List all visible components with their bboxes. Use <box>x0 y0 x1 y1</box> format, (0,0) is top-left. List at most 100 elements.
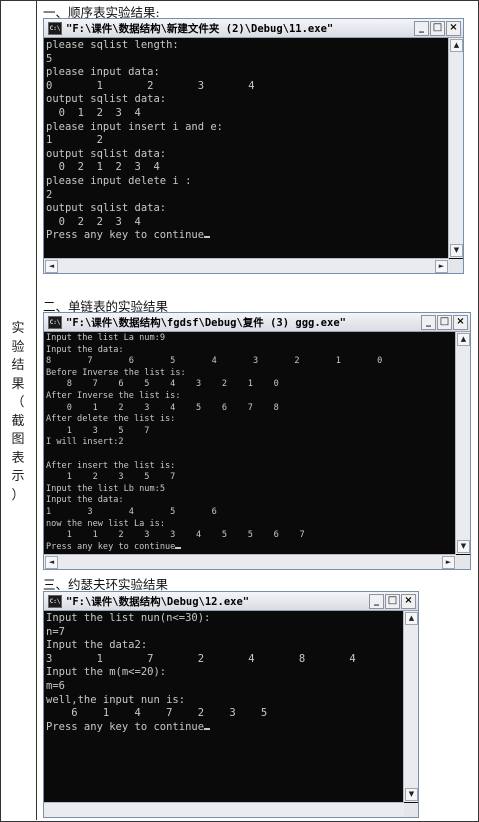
console-line: 0 1 2 3 4 <box>46 79 255 92</box>
console-line: 3 1 7 2 4 8 4 <box>46 652 356 665</box>
window-title: "F:\课件\数据结构\Debug\12.exe" <box>66 596 250 608</box>
scroll-up-button[interactable]: ▲ <box>450 39 463 52</box>
console-line: Input the list Lb num:5 <box>46 483 165 494</box>
console-line: 8 7 6 5 4 3 2 1 0 <box>46 379 279 390</box>
scroll-down-button[interactable]: ▼ <box>450 244 463 257</box>
close-button[interactable]: × <box>401 594 416 609</box>
scroll-left-button[interactable]: ◄ <box>45 556 58 569</box>
label-column: 实验结果 （ 截图表示 ） <box>0 0 37 820</box>
side-label-char: 图 <box>11 432 25 447</box>
console-line: After insert the list is: <box>46 460 176 471</box>
side-label-char: 验 <box>11 339 25 355</box>
horizontal-scrollbar[interactable]: ◄ ► <box>44 258 449 273</box>
close-button[interactable]: × <box>453 315 468 330</box>
console-line: I will insert:2 <box>46 437 124 448</box>
maximize-button[interactable]: □ <box>430 21 445 36</box>
console-line: please sqlist length: <box>46 39 179 51</box>
text-cursor <box>204 236 211 239</box>
side-label-char: 果 <box>11 376 25 392</box>
console-line: well,the input nun is: <box>46 693 186 706</box>
vertical-label: 实验结果 （ 截图表示 ） <box>0 320 36 505</box>
scroll-right-button[interactable]: ► <box>435 260 448 273</box>
console-line: Input the list La num:9 <box>46 333 165 343</box>
resize-grip[interactable] <box>456 555 470 569</box>
console-line: 0 2 2 3 4 <box>46 215 141 228</box>
side-label-char: 结 <box>11 358 25 373</box>
window-title: "F:\课件\数据结构\fgdsf\Debug\复件 (3) ggg.exe" <box>66 317 346 329</box>
console-line: Input the data: <box>46 344 124 355</box>
scroll-up-button[interactable]: ▲ <box>457 333 470 346</box>
title-bar[interactable]: C:\ "F:\课件\数据结构\新建文件夹 (2)\Debug\11.exe" … <box>44 19 463 38</box>
vertical-scrollbar[interactable]: ▲ ▼ <box>403 611 418 802</box>
title-bar[interactable]: C:\ "F:\课件\数据结构\fgdsf\Debug\复件 (3) ggg.e… <box>44 313 470 332</box>
console-line: output sqlist data: <box>46 202 167 215</box>
side-label-char: 示 <box>11 469 25 484</box>
console-line: 1 2 <box>46 134 103 147</box>
console-line: After delete the list is: <box>46 414 176 425</box>
console-line: Press any key to continue <box>46 542 454 554</box>
horizontal-scrollbar[interactable]: ◄ ► <box>44 554 456 569</box>
side-label-char: （ <box>11 395 25 410</box>
console-window-josephus[interactable]: C:\ "F:\课件\数据结构\Debug\12.exe" _ □ × Inpu… <box>43 591 419 818</box>
console-app-icon: C:\ <box>48 22 62 35</box>
side-label-char: 截 <box>11 413 25 429</box>
console-line: m=6 <box>46 679 65 692</box>
text-cursor <box>204 727 211 730</box>
console-line: 2 <box>46 188 53 201</box>
minimize-button[interactable]: _ <box>414 21 429 36</box>
console-line: please input insert i and e: <box>46 120 224 133</box>
console-line: 0 2 1 2 3 4 <box>46 161 160 174</box>
text-cursor <box>175 546 181 549</box>
console-line: output sqlist data: <box>46 93 167 106</box>
scroll-right-button[interactable]: ► <box>442 556 455 569</box>
console-window-linked-list[interactable]: C:\ "F:\课件\数据结构\fgdsf\Debug\复件 (3) ggg.e… <box>43 312 471 570</box>
window-title: "F:\课件\数据结构\新建文件夹 (2)\Debug\11.exe" <box>66 23 334 35</box>
maximize-button[interactable]: □ <box>437 315 452 330</box>
console-line: 1 3 4 5 6 <box>46 506 217 517</box>
console-line: Input the data2: <box>46 639 148 652</box>
scroll-left-button[interactable]: ◄ <box>45 260 58 273</box>
console-line: 8 7 6 5 4 3 2 1 0 <box>46 356 383 367</box>
console-line: Press any key to continue <box>46 229 447 243</box>
horizontal-scrollbar[interactable] <box>44 802 404 817</box>
minimize-button[interactable]: _ <box>421 315 436 330</box>
side-label-char: 实 <box>11 321 25 336</box>
console-line: please input delete i : <box>46 174 192 187</box>
scroll-up-button[interactable]: ▲ <box>405 612 418 625</box>
console-window-sequential-list[interactable]: C:\ "F:\课件\数据结构\新建文件夹 (2)\Debug\11.exe" … <box>43 18 464 274</box>
console-line: 6 1 4 7 2 3 5 <box>46 707 268 720</box>
minimize-button[interactable]: _ <box>369 594 384 609</box>
console-line: 5 <box>46 52 53 65</box>
vertical-scrollbar[interactable]: ▲ ▼ <box>448 38 463 258</box>
console-line: 1 3 5 7 <box>46 425 150 436</box>
console-output: please sqlist length: 5 please input data:… <box>46 39 447 243</box>
console-line: Input the list nun(n<=30): <box>46 612 211 624</box>
console-line: 1 2 3 5 7 <box>46 472 176 483</box>
resize-grip[interactable] <box>404 803 418 817</box>
maximize-button[interactable]: □ <box>385 594 400 609</box>
console-line: please input data: <box>46 66 160 79</box>
console-app-icon: C:\ <box>48 595 62 608</box>
console-line: After Inverse the list is: <box>46 390 181 401</box>
console-line: output sqlist data: <box>46 147 167 160</box>
close-button[interactable]: × <box>446 21 461 36</box>
console-line: 0 1 2 3 4 <box>46 106 141 119</box>
resize-grip[interactable] <box>449 259 463 273</box>
vertical-scrollbar[interactable]: ▲ ▼ <box>455 332 470 554</box>
console-line: 0 1 2 3 4 5 6 7 8 <box>46 402 279 413</box>
console-line: Press any key to continue <box>46 721 402 735</box>
scroll-down-button[interactable]: ▼ <box>457 540 470 553</box>
scroll-down-button[interactable]: ▼ <box>405 788 418 801</box>
side-label-char: 表 <box>11 450 25 466</box>
console-output: Input the list nun(n<=30): n=7 Input the d… <box>46 612 402 734</box>
console-output: Input the list La num:9 Input the data: 8 … <box>46 333 454 553</box>
console-line: 1 1 2 3 3 4 5 5 6 7 <box>46 530 305 541</box>
console-line: Input the m(m<=20): <box>46 666 167 679</box>
side-label-char: ） <box>11 487 25 503</box>
title-bar[interactable]: C:\ "F:\课件\数据结构\Debug\12.exe" _ □ × <box>44 592 418 611</box>
console-line: Input the data: <box>46 495 124 506</box>
console-app-icon: C:\ <box>48 316 62 329</box>
console-line: now the new list La is: <box>46 518 165 529</box>
console-line: Before Inverse the list is: <box>46 367 186 378</box>
